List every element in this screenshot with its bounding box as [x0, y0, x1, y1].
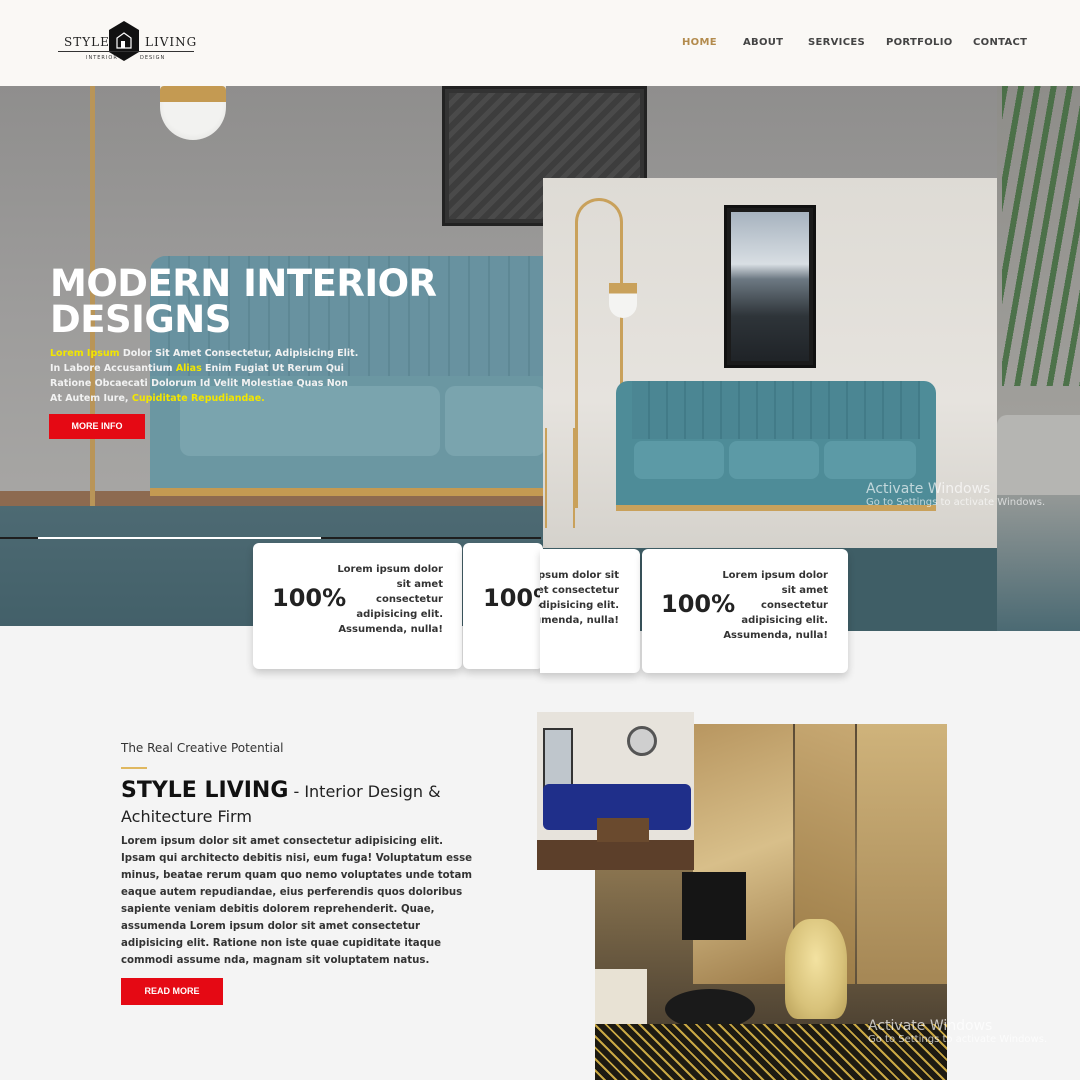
wall-panel [693, 724, 793, 984]
side-table [545, 428, 575, 528]
more-info-button[interactable]: MORE INFO [49, 414, 145, 439]
sofa-cushion [824, 441, 916, 479]
watermark-title: Activate Windows [866, 481, 991, 497]
wall-panel [857, 724, 947, 984]
stat-text: em ipsum dolor sit amet consectetur adip… [540, 570, 619, 626]
mountain-artwork [724, 205, 816, 368]
nav-home[interactable]: HOME [682, 37, 717, 48]
sofa-cushion [634, 441, 724, 479]
gold-chair [785, 919, 847, 1019]
plant-decor [997, 86, 1080, 631]
stat-text: Lorem ipsum dolor sit amet consectetur a… [722, 570, 828, 641]
gold-divider [121, 767, 147, 769]
stat-card: em ipsum dolor sit amet consectetur adip… [540, 549, 640, 673]
about-title-line2: Achitecture Firm [121, 807, 252, 826]
navbar: STYLE LIVING INTERIOR DESIGN HOME ABOUT … [0, 0, 1080, 86]
sofa-base [150, 488, 545, 496]
slider-line [0, 537, 38, 539]
watermark-subtitle: Go to Settings to activate Windows. [866, 497, 1046, 508]
round-mirror [627, 726, 657, 756]
gallery-blue-sofa-room [537, 712, 694, 870]
nav-portfolio[interactable]: PORTFOLIO [886, 37, 953, 48]
read-more-button[interactable]: READ MORE [121, 978, 223, 1005]
watermark-subtitle: Go to Settings to activate Windows. [868, 1034, 1048, 1045]
slider-line [321, 537, 541, 539]
windows-activation-watermark: Activate Windows Go to Settings to activ… [868, 1018, 1047, 1045]
hero-description: Lorem Ipsum Dolor Sit Amet Consectetur, … [50, 346, 360, 406]
brand-logo[interactable]: STYLE LIVING INTERIOR DESIGN [56, 20, 196, 66]
pendant-lamp-cap [160, 86, 226, 102]
hero-highlight: Alias [175, 363, 202, 374]
logo-tag-interior: INTERIOR [86, 55, 118, 61]
hero-title: MODERN INTERIOR DESIGNS [50, 265, 470, 341]
hero-title-line2: DESIGNS [50, 298, 231, 341]
stat-card: 100% Lorem ipsum dolor sit amet consecte… [253, 543, 462, 669]
television [682, 872, 746, 940]
hero-highlight: Cupiditate Repudiandae. [131, 393, 265, 404]
logo-rule [58, 51, 194, 52]
stat-card: 100% Lorem ipsum dolor sit amet consecte… [642, 549, 848, 673]
coffee-table [597, 818, 649, 842]
watermark-title: Activate Windows [868, 1018, 993, 1034]
logo-word-style: STYLE [64, 35, 110, 49]
hero-highlight: Lorem Ipsum [50, 348, 120, 359]
stat-value: 100% [483, 584, 543, 612]
wood-floor [537, 840, 694, 870]
about-title: STYLE LIVING - Interior Design & [121, 778, 481, 805]
stat-text: Lorem ipsum dolor sit amet consectetur a… [337, 564, 443, 635]
nav-services[interactable]: SERVICES [808, 37, 865, 48]
sofa-cushion [445, 386, 545, 456]
windows-activation-watermark: Activate Windows Go to Settings to activ… [866, 481, 1045, 508]
nav-contact[interactable]: CONTACT [973, 37, 1027, 48]
lamp-globe [609, 283, 637, 318]
about-eyebrow: The Real Creative Potential [121, 741, 284, 755]
stat-card: 100% [463, 543, 543, 669]
about-title-rest: - Interior Design & [288, 782, 441, 801]
coffee-table [665, 989, 755, 1029]
logo-word-living: LIVING [145, 35, 198, 49]
slider-progress [38, 537, 321, 539]
nav-about[interactable]: ABOUT [743, 37, 783, 48]
logo-tag-design: DESIGN [140, 55, 166, 61]
about-brand: STYLE LIVING [121, 778, 289, 803]
sofa-cushion [729, 441, 819, 479]
about-body: Lorem ipsum dolor sit amet consectetur a… [121, 836, 473, 966]
